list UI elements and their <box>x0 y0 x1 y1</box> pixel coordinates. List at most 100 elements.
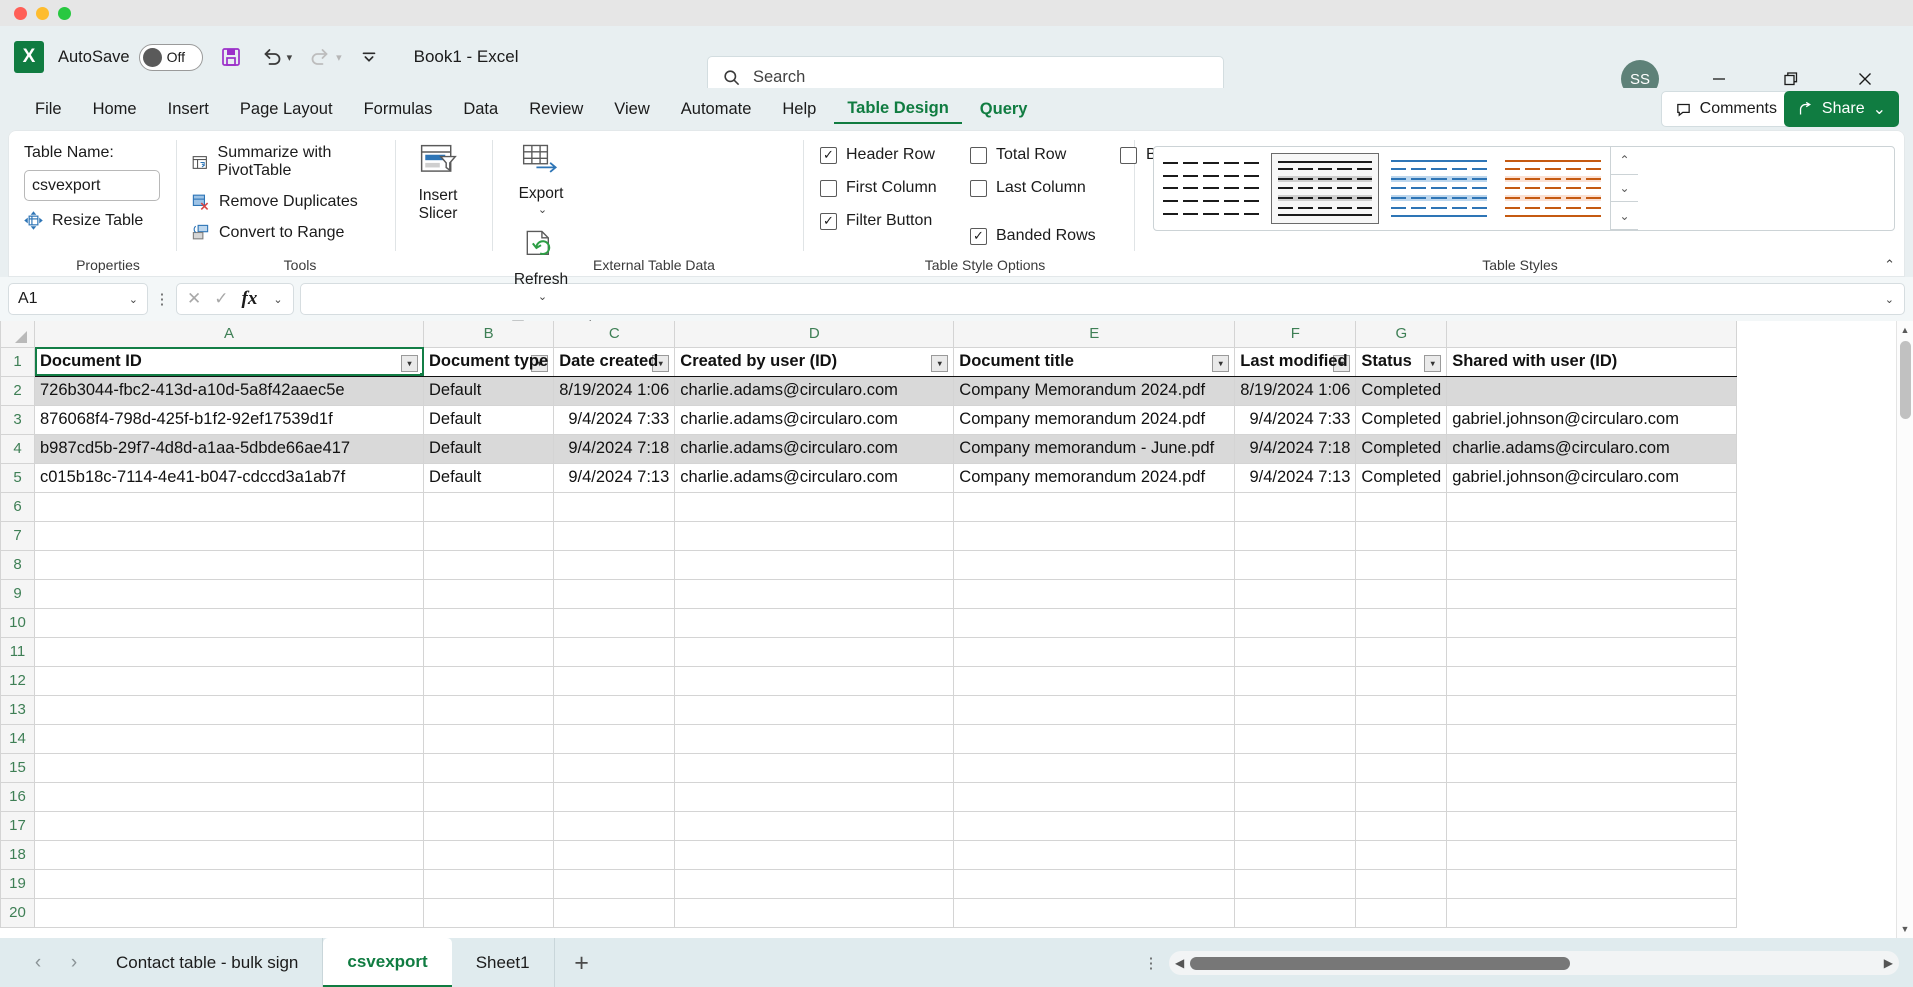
empty-cell[interactable] <box>1356 579 1447 608</box>
cell-document-type[interactable]: Default <box>424 434 554 463</box>
empty-cell[interactable] <box>554 724 675 753</box>
vertical-scrollbar[interactable]: ▲ ▼ <box>1896 321 1913 938</box>
filter-button-icon[interactable]: ▾ <box>401 355 418 372</box>
cell-status[interactable]: Completed <box>1356 376 1447 405</box>
share-caret-icon[interactable]: ⌄ <box>1873 99 1886 119</box>
row-header-5[interactable]: 5 <box>1 463 35 492</box>
cell-date-created[interactable]: 9/4/2024 7:33 <box>554 405 675 434</box>
redo-button[interactable]: ▾ <box>308 45 342 69</box>
empty-row[interactable]: 11 <box>1 637 1737 666</box>
empty-cell[interactable] <box>1235 811 1356 840</box>
row-header-12[interactable]: 12 <box>1 666 35 695</box>
empty-cell[interactable] <box>424 869 554 898</box>
empty-cell[interactable] <box>1235 637 1356 666</box>
table-header-cell[interactable]: ▾ Status <box>1356 347 1447 376</box>
scroll-right-button[interactable]: ▶ <box>1884 956 1893 970</box>
empty-cell[interactable] <box>554 550 675 579</box>
cell-created-by-user[interactable]: charlie.adams@circularo.com <box>675 434 954 463</box>
empty-cell[interactable] <box>1235 898 1356 927</box>
empty-cell[interactable] <box>424 492 554 521</box>
empty-cell[interactable] <box>675 869 954 898</box>
empty-cell[interactable] <box>1356 840 1447 869</box>
table-header-cell[interactable]: Shared with user (ID) <box>1447 347 1737 376</box>
empty-cell[interactable] <box>954 695 1235 724</box>
filter-button-icon[interactable]: ▾ <box>931 355 948 372</box>
select-all-button[interactable] <box>1 321 35 347</box>
row-header-16[interactable]: 16 <box>1 782 35 811</box>
empty-cell[interactable] <box>554 782 675 811</box>
column-header-a[interactable]: A <box>35 321 424 347</box>
checkbox-last-column[interactable]: Last Column <box>970 179 1120 197</box>
cell-shared-with-user[interactable]: gabriel.johnson@circularo.com <box>1447 405 1737 434</box>
formula-bar-options-icon[interactable]: ⋮ <box>154 290 170 308</box>
empty-cell[interactable] <box>554 840 675 869</box>
empty-cell[interactable] <box>1447 782 1737 811</box>
empty-cell[interactable] <box>675 782 954 811</box>
confirm-formula-icon[interactable]: ✓ <box>214 289 228 309</box>
row-header-15[interactable]: 15 <box>1 753 35 782</box>
empty-cell[interactable] <box>1356 811 1447 840</box>
empty-cell[interactable] <box>1447 840 1737 869</box>
empty-cell[interactable] <box>35 840 424 869</box>
table-header-cell[interactable]: ▾ Created by user (ID) <box>675 347 954 376</box>
empty-cell[interactable] <box>1235 666 1356 695</box>
summarize-with-pivottable-button[interactable]: Summarize with PivotTable <box>191 144 395 180</box>
name-box[interactable]: A1 ⌄ <box>8 283 148 315</box>
empty-cell[interactable] <box>35 666 424 695</box>
name-box-caret-icon[interactable]: ⌄ <box>129 293 138 306</box>
empty-row[interactable]: 7 <box>1 521 1737 550</box>
checkbox-banded-rows-box[interactable]: ✓ <box>970 228 987 245</box>
empty-cell[interactable] <box>424 637 554 666</box>
table-style-swatch[interactable] <box>1157 153 1265 224</box>
checkbox-header-row[interactable]: ✓ Header Row <box>820 146 970 164</box>
empty-cell[interactable] <box>954 492 1235 521</box>
empty-cell[interactable] <box>675 898 954 927</box>
empty-cell[interactable] <box>554 811 675 840</box>
scroll-left-button[interactable]: ◀ <box>1175 956 1184 970</box>
empty-cell[interactable] <box>954 521 1235 550</box>
empty-cell[interactable] <box>1356 666 1447 695</box>
empty-cell[interactable] <box>1447 521 1737 550</box>
export-dropdown-caret[interactable]: ⌄ <box>538 203 547 216</box>
empty-cell[interactable] <box>675 579 954 608</box>
resize-table-button[interactable]: Resize Table <box>24 211 176 230</box>
empty-cell[interactable] <box>1356 492 1447 521</box>
cell-document-id[interactable]: 726b3044-fbc2-413d-a10d-5a8f42aaec5e <box>35 376 424 405</box>
filter-button-icon[interactable]: ▾ <box>1212 355 1229 372</box>
empty-cell[interactable] <box>1356 695 1447 724</box>
tab-query[interactable]: Query <box>967 96 1041 123</box>
empty-cell[interactable] <box>954 550 1235 579</box>
empty-cell[interactable] <box>954 608 1235 637</box>
column-header-d[interactable]: D <box>675 321 954 347</box>
empty-cell[interactable] <box>1356 898 1447 927</box>
empty-cell[interactable] <box>35 608 424 637</box>
empty-row[interactable]: 15 <box>1 753 1737 782</box>
empty-cell[interactable] <box>954 724 1235 753</box>
cell-document-title[interactable]: Company memorandum 2024.pdf <box>954 463 1235 492</box>
empty-cell[interactable] <box>554 608 675 637</box>
empty-row[interactable]: 6 <box>1 492 1737 521</box>
column-header-e[interactable]: E <box>954 321 1235 347</box>
empty-cell[interactable] <box>1447 608 1737 637</box>
next-sheet-button[interactable]: › <box>56 952 92 974</box>
empty-row[interactable]: 12 <box>1 666 1737 695</box>
cell-document-id[interactable]: c015b18c-7114-4e41-b047-cdccd3a1ab7f <box>35 463 424 492</box>
share-button[interactable]: Share ⌄ <box>1784 91 1899 127</box>
table-style-swatch[interactable] <box>1385 153 1493 224</box>
column-header-f[interactable]: F <box>1235 321 1356 347</box>
empty-cell[interactable] <box>1235 840 1356 869</box>
cell-status[interactable]: Completed <box>1356 434 1447 463</box>
empty-cell[interactable] <box>1356 724 1447 753</box>
column-header-c[interactable]: C <box>554 321 675 347</box>
tab-help[interactable]: Help <box>769 96 829 123</box>
checkbox-filter-button[interactable]: ✓ Filter Button <box>820 212 970 230</box>
checkbox-filter-button-box[interactable]: ✓ <box>820 213 837 230</box>
empty-cell[interactable] <box>675 724 954 753</box>
empty-cell[interactable] <box>424 550 554 579</box>
table-styles-gallery[interactable]: ⌃ ⌄ ⌄ <box>1153 146 1895 231</box>
empty-cell[interactable] <box>675 492 954 521</box>
window-minimize-dot[interactable] <box>36 7 49 20</box>
empty-cell[interactable] <box>675 840 954 869</box>
convert-to-range-button[interactable]: Convert to Range <box>191 223 395 242</box>
row-header-18[interactable]: 18 <box>1 840 35 869</box>
